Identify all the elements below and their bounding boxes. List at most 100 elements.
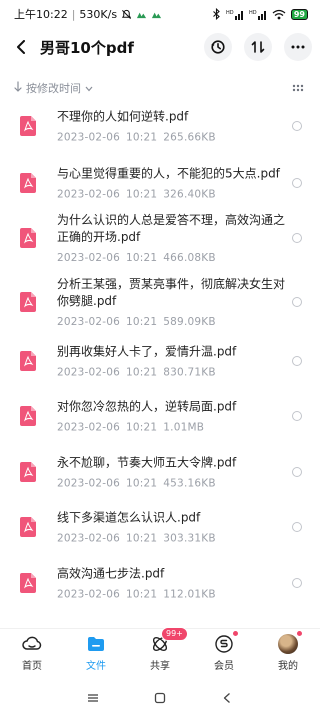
file-name: 永不尬聊，节奏大师五大令牌.pdf (57, 455, 237, 469)
folder-icon (85, 633, 107, 655)
nav-files-label: 文件 (86, 661, 106, 672)
svg-text:HD: HD (249, 10, 257, 16)
file-size: 1.01MB (163, 421, 205, 433)
file-name: 为什么认识的人总是爱答不理，高效沟通之正确的开场.pdf (57, 213, 286, 244)
file-row[interactable]: 对你忽冷忽热的人，逆转局面.pdf 2023-02-06 10:21 1.01MB (0, 392, 320, 439)
file-time: 10:21 (126, 477, 158, 489)
member-dot-badge (232, 630, 239, 637)
grid-dots-icon (292, 84, 304, 92)
history-button[interactable] (204, 33, 232, 61)
nav-files[interactable]: 文件 (64, 629, 128, 676)
system-back-button[interactable] (217, 688, 237, 708)
file-row[interactable]: 永不尬聊，节奏大师五大令牌.pdf 2023-02-06 10:21 453.16KB (0, 448, 320, 495)
file-text: 永不尬聊，节奏大师五大令牌.pdf 2023-02-06 10:21 453.16KB (57, 454, 286, 489)
member-coin-icon (213, 630, 239, 655)
file-text: 与心里觉得重要的人，不能犯的5大点.pdf 2023-02-06 10:21 326.… (57, 165, 286, 200)
sort-arrow-icon (14, 81, 22, 95)
select-radio[interactable] (292, 297, 302, 307)
file-meta: 2023-02-06 10:21 265.66KB (57, 131, 286, 143)
more-button[interactable] (284, 33, 312, 61)
file-size: 326.40KB (163, 188, 216, 200)
file-meta: 2023-02-06 10:21 830.71KB (57, 366, 286, 378)
grid-view-button[interactable] (290, 80, 306, 96)
file-row[interactable]: 为什么认识的人总是爱答不理，高效沟通之正确的开场.pdf 2023-02-06 10… (0, 209, 320, 267)
select-radio[interactable] (292, 410, 302, 421)
pdf-file-icon (20, 292, 36, 312)
file-date: 2023-02-06 (57, 532, 121, 544)
share-orbit-icon: 99+ (149, 627, 188, 655)
sort-label[interactable]: 按修改时间 (26, 80, 81, 96)
pdf-file-icon (20, 228, 36, 248)
file-size: 265.66KB (163, 131, 216, 143)
file-date: 2023-02-06 (57, 421, 121, 433)
back-button[interactable] (10, 36, 32, 58)
file-meta: 2023-02-06 10:21 303.31KB (57, 532, 286, 544)
nav-share[interactable]: 99+ 共享 (128, 627, 192, 676)
svg-text:HD: HD (226, 10, 234, 16)
nav-member[interactable]: 会员 (192, 629, 256, 676)
file-time: 10:21 (126, 316, 158, 328)
share-badge: 99+ (161, 627, 188, 641)
select-radio[interactable] (292, 577, 302, 588)
avatar-wrap (277, 630, 303, 655)
file-row[interactable]: 线下多渠道怎么认识人.pdf 2023-02-06 10:21 303.31KB (0, 503, 320, 550)
file-time: 10:21 (126, 188, 158, 200)
nav-member-label: 会员 (214, 661, 234, 672)
select-radio[interactable] (292, 177, 302, 188)
select-radio[interactable] (292, 355, 302, 366)
file-size: 830.71KB (163, 366, 216, 378)
file-row[interactable]: 不理你的人如何逆转.pdf 2023-02-06 10:21 265.66KB (0, 102, 320, 149)
more-dots-icon (291, 45, 305, 49)
menu-button[interactable] (83, 688, 103, 708)
mute-bell-icon (121, 9, 132, 20)
sort-row: 按修改时间 (0, 78, 320, 98)
mine-dot-badge (296, 630, 303, 637)
select-radio[interactable] (292, 466, 302, 477)
file-size: 453.16KB (163, 477, 216, 489)
nav-mine[interactable]: 我的 (256, 629, 320, 676)
status-bar: 上午10:22 | 530K/s HD HD 99 (0, 0, 320, 28)
file-name: 分析王某强，贾某亮事件，彻底解决女生对你劈腿.pdf (57, 277, 286, 308)
battery-indicator: 99 (290, 8, 308, 20)
file-date: 2023-02-06 (57, 477, 121, 489)
nav-share-label: 共享 (150, 661, 170, 672)
app-notification-icon-2 (151, 9, 162, 20)
sort-button[interactable] (244, 33, 272, 61)
select-radio[interactable] (292, 120, 302, 131)
pdf-file-icon (20, 572, 36, 593)
file-text: 为什么认识的人总是爱答不理，高效沟通之正确的开场.pdf 2023-02-06 10… (57, 212, 286, 264)
menu-icon (88, 693, 99, 702)
pdf-file-icon (20, 350, 36, 371)
system-nav-bar (0, 684, 320, 711)
bluetooth-icon (212, 8, 221, 20)
select-radio[interactable] (292, 521, 302, 532)
file-row[interactable]: 分析王某强，贾某亮事件，彻底解决女生对你劈腿.pdf 2023-02-06 10:2… (0, 273, 320, 331)
status-time: 上午10:22 (14, 8, 68, 21)
file-row[interactable]: 别再收集好人卡了，爱情升温.pdf 2023-02-06 10:21 830.71KB (0, 337, 320, 384)
file-row[interactable]: 高效沟通七步法.pdf 2023-02-06 10:21 112.01KB (0, 559, 320, 606)
file-date: 2023-02-06 (57, 588, 121, 600)
wifi-icon (272, 9, 286, 20)
avatar (278, 634, 298, 654)
back-arrow-icon (17, 40, 25, 54)
file-text: 对你忽冷忽热的人，逆转局面.pdf 2023-02-06 10:21 1.01MB (57, 398, 286, 433)
file-text: 高效沟通七步法.pdf 2023-02-06 10:21 112.01KB (57, 565, 286, 600)
file-name: 高效沟通七步法.pdf (57, 566, 165, 580)
signal-icon: HD (226, 9, 244, 20)
file-row[interactable]: 与心里觉得重要的人，不能犯的5大点.pdf 2023-02-06 10:21 326.… (0, 159, 320, 206)
pdf-file-icon (20, 115, 36, 136)
back-triangle-icon (223, 692, 230, 703)
file-date: 2023-02-06 (57, 131, 121, 143)
network-speed: 530K/s (79, 7, 118, 21)
file-time: 10:21 (126, 421, 158, 433)
file-meta: 2023-02-06 10:21 1.01MB (57, 421, 286, 433)
file-meta: 2023-02-06 10:21 112.01KB (57, 588, 286, 600)
chevron-down-icon[interactable] (85, 82, 93, 95)
nav-home[interactable]: 首页 (0, 629, 64, 676)
file-name: 线下多渠道怎么认识人.pdf (57, 510, 201, 524)
select-radio[interactable] (292, 233, 302, 243)
home-button[interactable] (150, 688, 170, 708)
app-notification-icon (136, 9, 147, 20)
bottom-nav: 首页 文件 99+ 共享 会员 我的 (0, 627, 320, 676)
file-text: 线下多渠道怎么认识人.pdf 2023-02-06 10:21 303.31KB (57, 509, 286, 544)
